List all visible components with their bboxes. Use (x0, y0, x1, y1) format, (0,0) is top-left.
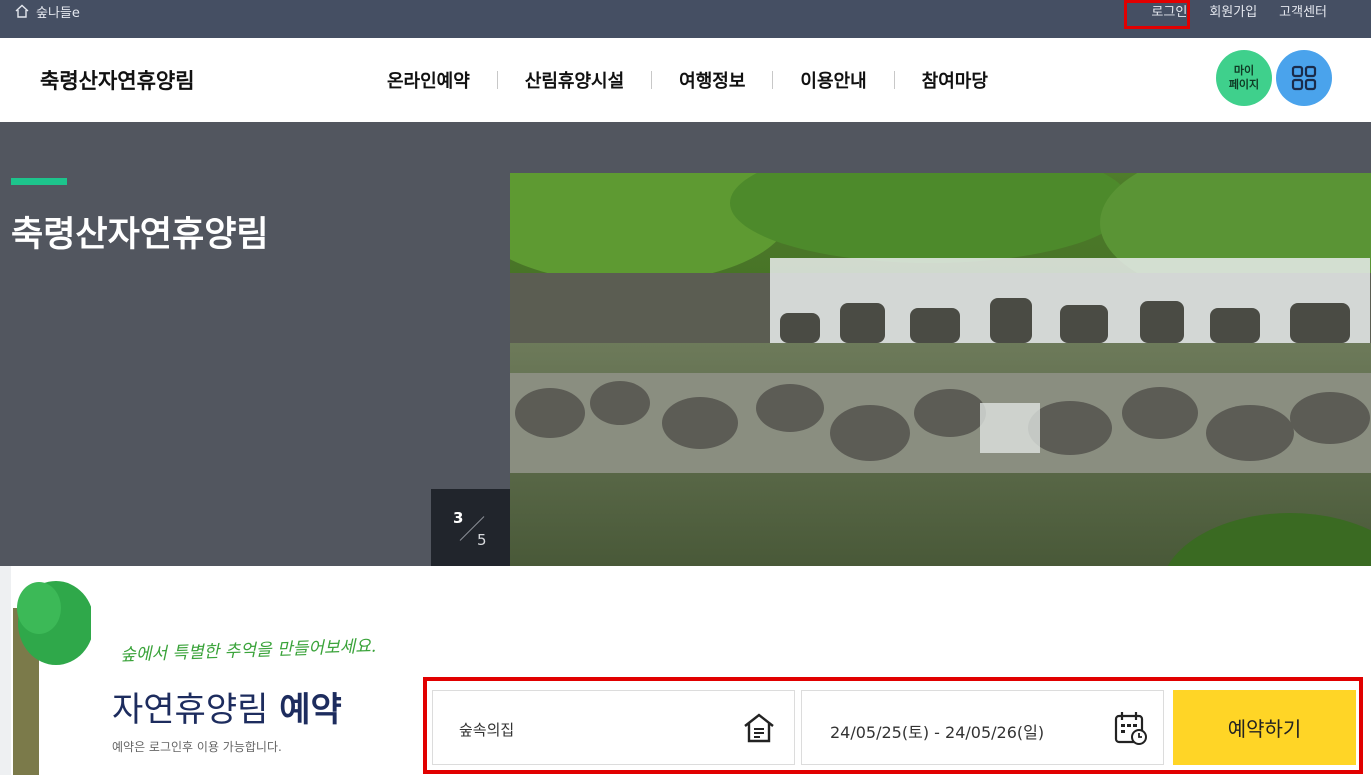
main-header: 축령산자연휴양림 온라인예약 산림휴양시설 여행정보 이용안내 참여마당 마이 … (0, 38, 1371, 122)
support-link[interactable]: 고객센터 (1279, 1, 1327, 20)
home-link[interactable]: 숲나들e (14, 2, 80, 21)
slide-total: 5 (477, 531, 487, 549)
nav-usage-guide[interactable]: 이용안내 (773, 67, 893, 93)
mypage-button[interactable]: 마이 페이지 (1216, 50, 1272, 106)
left-edge-strip (0, 566, 11, 775)
all-menu-button[interactable] (1276, 50, 1332, 106)
nav-travel-info[interactable]: 여행정보 (652, 67, 772, 93)
slide-counter: 3 5 (431, 489, 510, 567)
reservation-title: 자연휴양림 예약 (112, 682, 342, 731)
reservation-note: 예약은 로그인후 이용 가능합니다. (112, 740, 282, 754)
tree-illustration (13, 581, 91, 775)
date-range-value: 24/05/25(토) - 24/05/26(일) (830, 723, 1045, 742)
login-highlight (1124, 0, 1190, 29)
calendar-icon (1114, 712, 1147, 745)
facility-select[interactable]: 숲속의집 (432, 690, 795, 765)
facility-value: 숲속의집 (459, 721, 515, 739)
nav-community[interactable]: 참여마당 (895, 67, 1015, 93)
title-accent-bar (11, 178, 67, 185)
main-nav: 온라인예약 산림휴양시설 여행정보 이용안내 참여마당 (360, 67, 1015, 93)
hero-title: 축령산자연휴양림 (11, 215, 269, 255)
site-logo[interactable]: 축령산자연휴양림 (40, 65, 195, 95)
reserve-button[interactable]: 예약하기 (1173, 690, 1356, 765)
reservation-title-bold: 예약 (279, 690, 342, 730)
home-icon (15, 4, 29, 18)
slide-current: 3 (453, 509, 464, 527)
mypage-label-2: 페이지 (1228, 78, 1260, 91)
home-label: 숲나들e (36, 5, 80, 21)
reservation-title-main: 자연휴양림 (112, 690, 280, 730)
house-icon (744, 713, 774, 743)
signup-link[interactable]: 회원가입 (1209, 1, 1257, 20)
date-range-picker[interactable]: 24/05/25(토) - 24/05/26(일) (801, 690, 1164, 765)
nav-online-reservation[interactable]: 온라인예약 (360, 67, 497, 93)
top-utility-bar: 숲나들e 로그인 회원가입 고객센터 (0, 0, 1371, 38)
mypage-label-1: 마이 (1233, 64, 1255, 77)
grid-icon (1291, 65, 1317, 91)
nav-forest-facilities[interactable]: 산림휴양시설 (498, 67, 651, 93)
